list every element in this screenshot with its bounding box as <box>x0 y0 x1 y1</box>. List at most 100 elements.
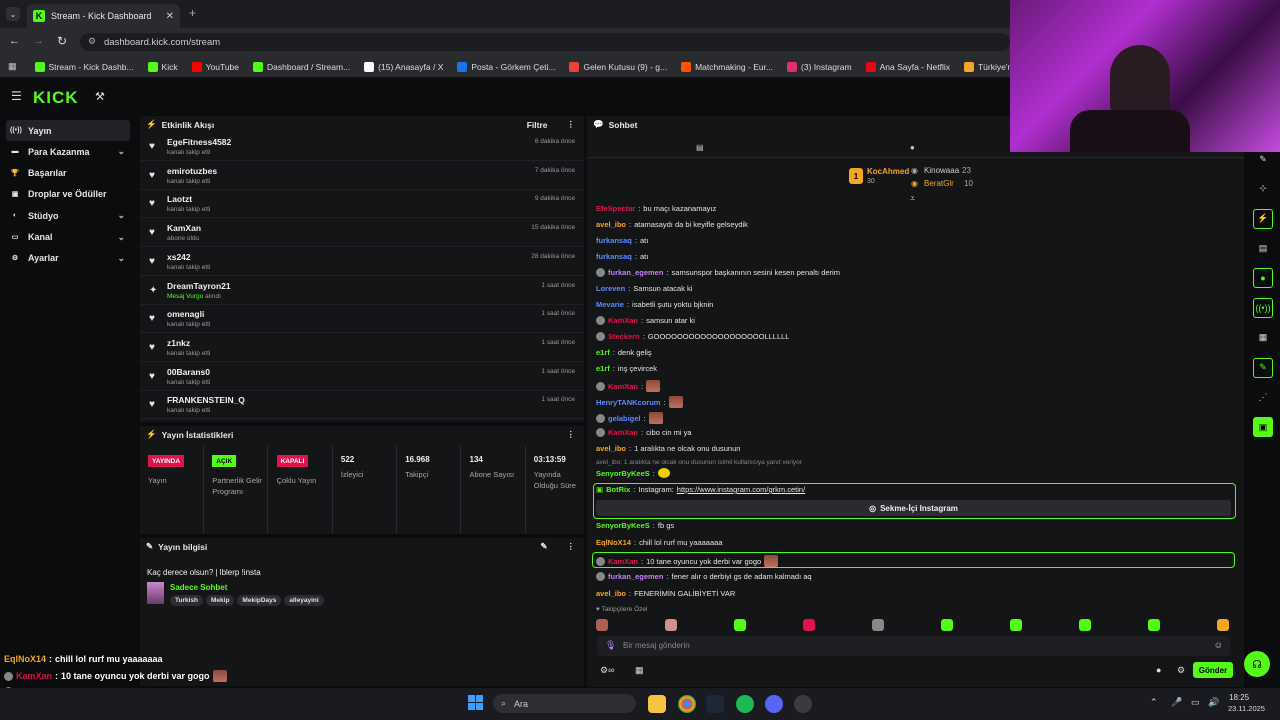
sidebar-item[interactable]: 🏆 Başarılar <box>6 163 130 184</box>
bookmark-item[interactable]: Kick <box>142 61 184 72</box>
activity-username[interactable]: Laotzt <box>167 194 192 204</box>
sidebar-item[interactable]: ▬ Para Kazanma ⌄ <box>6 141 130 162</box>
bookmark-item[interactable]: (3) Instagram <box>781 61 858 72</box>
broadcast-icon[interactable]: ((•)) <box>1253 298 1273 318</box>
activity-username[interactable]: 00Barans0 <box>167 367 210 377</box>
filter-button[interactable]: Filtre <box>527 120 548 130</box>
chat-username[interactable]: furkansaq <box>596 236 632 245</box>
emoji-icon[interactable]: ☺ <box>1214 640 1223 650</box>
chat-username[interactable]: avel_ibo <box>596 220 626 229</box>
taskbar-search[interactable]: ⌕ Ara <box>493 694 636 713</box>
emote-picker-icon[interactable] <box>1148 619 1160 631</box>
tab-close-icon[interactable]: ✕ <box>166 11 174 22</box>
chat-username[interactable]: e1rf <box>596 364 610 373</box>
emote-picker-icon[interactable] <box>734 619 746 631</box>
expand-leaderboard-icon[interactable]: ⩡ <box>910 193 915 204</box>
kick-logo[interactable]: KICK <box>33 88 79 108</box>
doc-icon[interactable]: ▤ <box>1253 238 1273 258</box>
sidebar-item[interactable]: ▭ Kanal ⌄ <box>6 227 130 248</box>
info-more-icon[interactable]: ⋮ <box>567 541 576 552</box>
bookmark-item[interactable]: Ana Sayfa - Netflix <box>860 61 956 72</box>
emote-picker-icon[interactable] <box>1079 619 1091 631</box>
activity-username[interactable]: DreamTayron21 <box>167 281 231 291</box>
share-icon[interactable]: ⋰ <box>1253 387 1273 407</box>
emote-picker-icon[interactable] <box>665 619 677 631</box>
chat-username[interactable]: furkan_egemen <box>608 572 663 581</box>
layers-icon[interactable]: ▦ <box>1253 328 1273 348</box>
apps-grid-icon[interactable]: ▦ <box>8 61 17 72</box>
mic-tray-icon[interactable]: 🎤 <box>1171 697 1182 708</box>
bookmark-item[interactable]: YouTube <box>186 61 245 72</box>
clock-date[interactable]: 23.11.2025 <box>1228 704 1265 713</box>
emote-picker-icon[interactable] <box>941 619 953 631</box>
activity-username[interactable]: FRANKENSTEIN_Q <box>167 395 245 405</box>
sidebar-item[interactable]: ▣ Droplar ve Ödüller <box>6 184 130 205</box>
chat-username[interactable]: KamXan <box>608 382 638 391</box>
chat-tab-icon-2[interactable]: ● <box>910 143 915 152</box>
chat-username[interactable]: Steckern <box>608 332 640 341</box>
forward-icon[interactable]: → <box>33 35 44 47</box>
bookmark-item[interactable]: Stream - Kick Dashb... <box>29 61 140 72</box>
emote-picker-icon[interactable] <box>803 619 815 631</box>
stats-more-icon[interactable]: ⋮ <box>567 429 576 440</box>
help-chat-button[interactable]: ☊ <box>1244 651 1270 677</box>
chat-username[interactable]: EfeSpectar <box>596 204 635 213</box>
chat-username[interactable]: SenyorByKeeS <box>596 469 650 478</box>
obs-icon[interactable] <box>794 695 812 713</box>
pencil-icon[interactable]: ✎ <box>1253 149 1273 169</box>
chat-username[interactable]: avel_ibo <box>596 444 626 453</box>
sidebar-item[interactable]: ◐ Stüdyo ⌄ <box>6 205 130 226</box>
hammer-icon[interactable]: ⚒ <box>95 90 105 103</box>
activity-username[interactable]: emirotuzbes <box>167 166 217 176</box>
emote-picker-icon[interactable] <box>872 619 884 631</box>
chevron-down-icon[interactable]: ⌄ <box>117 210 125 221</box>
more-options-icon[interactable]: ⋮ <box>567 119 576 130</box>
leader-1-name[interactable]: Kinowaaa <box>924 166 959 175</box>
chevron-down-icon[interactable]: ⌄ <box>117 232 125 243</box>
activity-username[interactable]: xs242 <box>167 252 191 262</box>
bot-link[interactable]: https://www.instagram.com/grkm.cetin/ <box>677 485 805 494</box>
bookmark-item[interactable]: Matchmaking - Eur... <box>675 61 779 72</box>
chat-username[interactable]: Loreven <box>596 284 625 293</box>
site-info-icon[interactable]: ⚙ <box>88 36 96 47</box>
chat-username[interactable]: KamXan <box>608 316 638 325</box>
bookmark-item[interactable]: Dashboard / Stream... <box>247 61 356 72</box>
windows-start-icon[interactable] <box>468 695 484 711</box>
chat-tab-icon-1[interactable]: ▤ <box>696 143 704 152</box>
activity-username[interactable]: omenagli <box>167 309 204 319</box>
tag-chip[interactable]: alleyayini <box>284 595 324 606</box>
chat-username[interactable]: gelabigel <box>608 414 641 423</box>
url-field[interactable]: ⚙ dashboard.kick.com/stream <box>80 33 1010 51</box>
move-icon[interactable]: ⊹ <box>1253 179 1273 199</box>
edit-icon[interactable]: ✎ <box>540 541 547 552</box>
new-tab-icon[interactable]: + <box>189 6 196 20</box>
calendar-icon[interactable]: ▦ <box>635 665 644 676</box>
emote-picker-icon[interactable] <box>1010 619 1022 631</box>
activity-username[interactable]: z1nkz <box>167 338 190 348</box>
network-icon[interactable]: ▭ <box>1191 697 1200 708</box>
spotify-icon[interactable] <box>736 695 754 713</box>
chat-input[interactable]: 🎙 Bir mesaj gönderin ☺ <box>597 636 1230 656</box>
bookmark-item[interactable]: (15) Anasayfa / X <box>358 61 449 72</box>
chat-username[interactable]: Mevarie <box>596 300 624 309</box>
chat-settings-icon[interactable]: ⚙∞ <box>600 665 614 676</box>
tag-chip[interactable]: Mekip <box>206 595 235 606</box>
chevron-down-icon[interactable]: ⌄ <box>117 146 125 157</box>
settings-icon[interactable]: ⚙ <box>1177 665 1185 676</box>
bot-username[interactable]: BotRix <box>606 485 630 494</box>
chat-username[interactable]: KamXan <box>608 428 638 437</box>
bookmark-item[interactable]: Gelen Kutusu (9) - g... <box>563 61 673 72</box>
reload-icon[interactable]: ↻ <box>57 34 67 48</box>
activity-feed-list[interactable]: ♥ EgeFitness4582 kanalı takip etti 6 dakika… <box>140 133 584 422</box>
chevron-down-icon[interactable]: ⌄ <box>117 253 125 264</box>
chat-username[interactable]: SenyorByKeeS <box>596 521 650 530</box>
steam-icon[interactable] <box>706 695 724 713</box>
bot-link-button[interactable]: ◎ Sekme-İçi Instagram <box>596 500 1231 516</box>
file-explorer-icon[interactable] <box>648 695 666 713</box>
chat-username[interactable]: furkan_egemen <box>608 268 663 277</box>
bot-icon[interactable]: ▣ <box>1253 417 1273 438</box>
chat-username[interactable]: HenryTANKcorum <box>596 398 660 407</box>
sidebar-item[interactable]: ⚙ Ayarlar ⌄ <box>6 248 130 269</box>
emote-picker-icon[interactable] <box>1217 619 1229 631</box>
activity-username[interactable]: EgeFitness4582 <box>167 137 231 147</box>
